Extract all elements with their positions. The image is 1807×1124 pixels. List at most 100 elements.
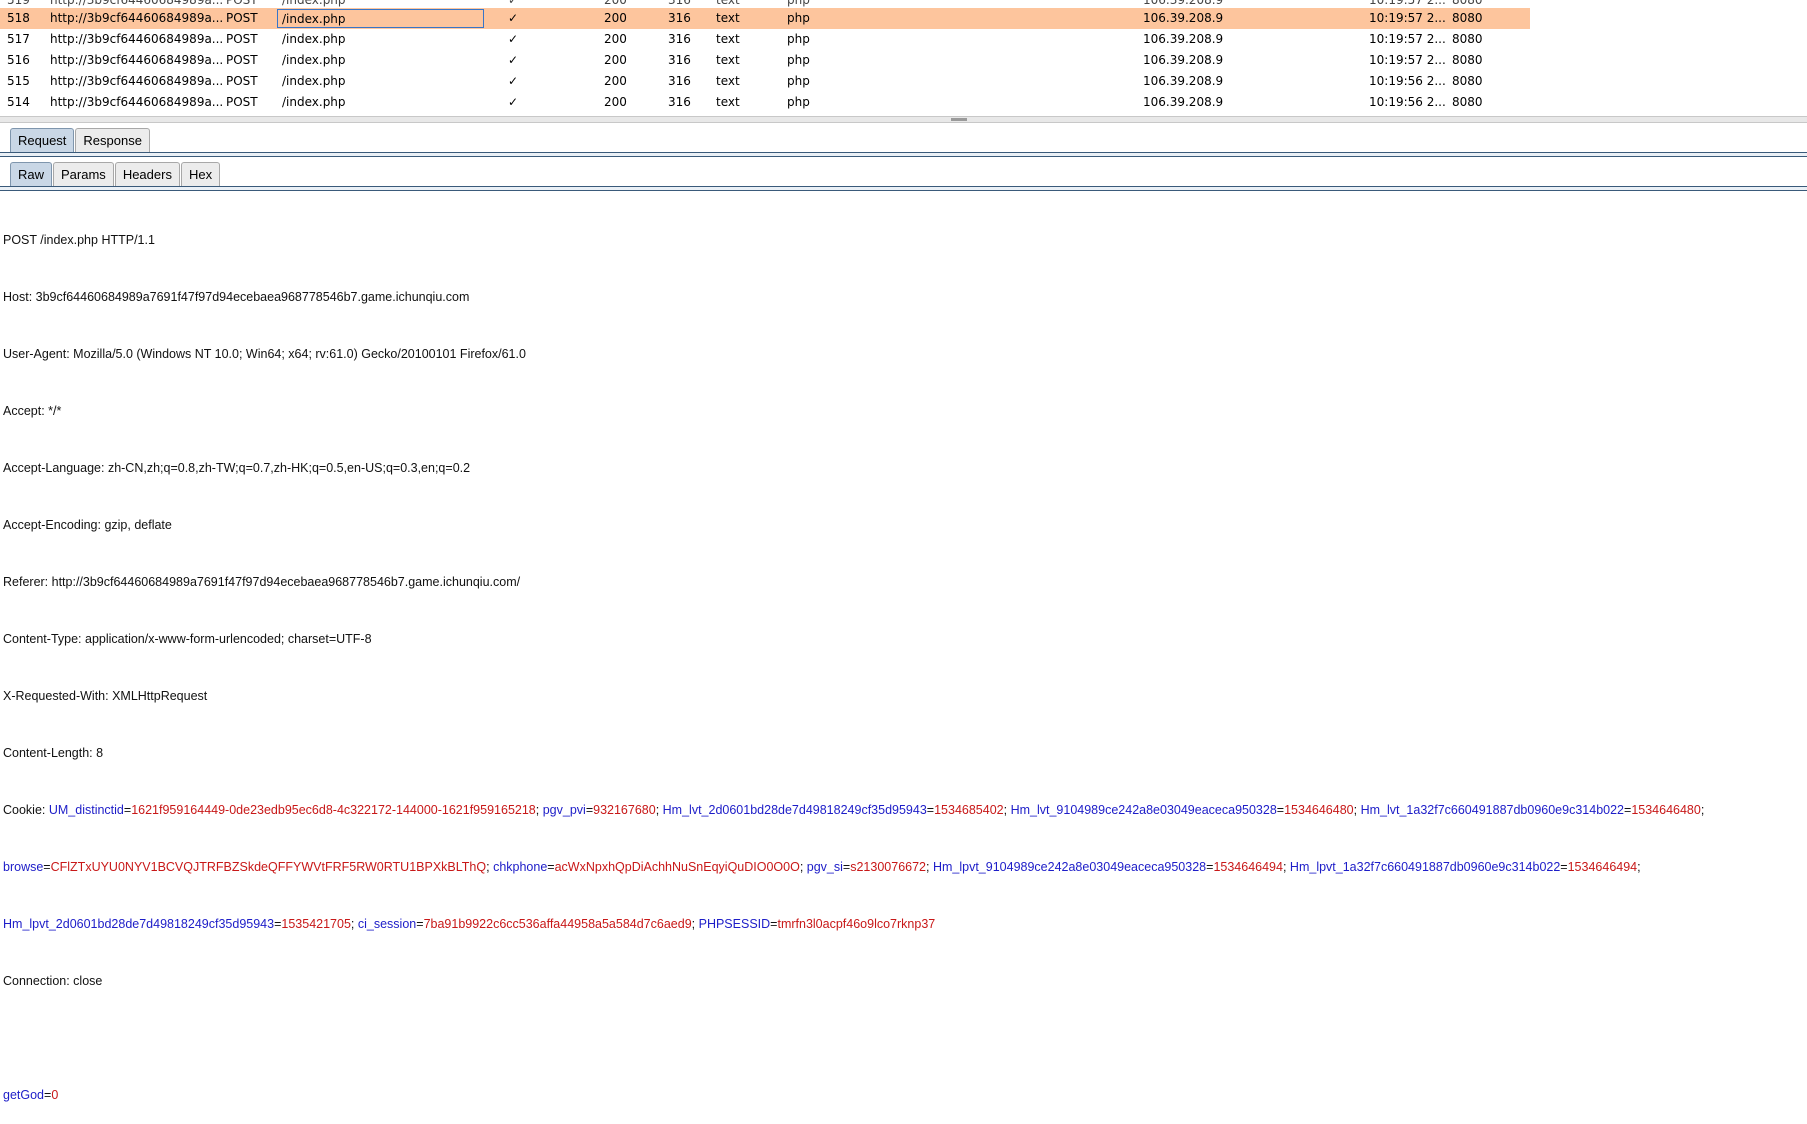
cookie-name: PHPSESSID xyxy=(698,917,771,931)
row-url-cell-focused[interactable]: /index.php xyxy=(277,9,484,28)
cookie-separator: ; xyxy=(350,917,358,931)
row-extension: php xyxy=(787,53,810,67)
row-number: 518 xyxy=(7,11,30,25)
tab-hex[interactable]: Hex xyxy=(180,162,221,187)
row-extension: php xyxy=(787,74,810,88)
row-method: POST xyxy=(226,32,258,46)
raw-request-editor[interactable]: POST /index.php HTTP/1.1 Host: 3b9cf6446… xyxy=(3,193,1803,1124)
row-time: 10:19:57 2... xyxy=(1369,11,1446,25)
cookie-name: chkphone xyxy=(493,860,548,874)
row-time: 10:19:57 2... xyxy=(1369,53,1446,67)
row-params-check-icon: ✓ xyxy=(508,11,519,25)
equals-sign: = xyxy=(842,860,851,874)
row-status: 200 xyxy=(604,53,627,67)
row-method: POST xyxy=(226,95,258,109)
row-port: 8080 xyxy=(1452,32,1483,46)
row-url: /index.php xyxy=(282,95,346,109)
splitter-grip-handle[interactable] xyxy=(951,118,967,121)
row-port: 8080 xyxy=(1452,74,1483,88)
row-status: 200 xyxy=(604,74,627,88)
cookie-value: 932167680 xyxy=(593,803,656,817)
header-x-requested-with: X-Requested-With: XMLHttpRequest xyxy=(3,689,208,703)
row-host: http://3b9cf64460684989a... xyxy=(50,11,224,25)
equals-sign: = xyxy=(274,917,282,931)
row-length: 316 xyxy=(668,53,691,67)
row-status: 200 xyxy=(604,32,627,46)
pane-splitter[interactable] xyxy=(0,116,1807,123)
message-tabs: Request Response xyxy=(10,128,151,154)
cookie-value: 1534646494 xyxy=(1213,860,1283,874)
tab-request[interactable]: Request xyxy=(10,128,75,153)
row-port: 8080 xyxy=(1452,95,1483,109)
row-mime: text xyxy=(716,95,740,109)
cookie-value: s2130076672 xyxy=(850,860,927,874)
cookie-separator: ; xyxy=(1353,803,1361,817)
row-host: http://3b9cf64460684989a... xyxy=(50,32,224,46)
row-params-check-icon: ✓ xyxy=(508,53,519,67)
header-cookie-continued: Hm_lpvt_2d0601bd28de7d49818249cf35d95943… xyxy=(3,915,1803,934)
table-row[interactable]: 516 http://3b9cf64460684989a... POST /in… xyxy=(0,50,1530,71)
table-row[interactable]: 517 http://3b9cf64460684989a... POST /in… xyxy=(0,29,1530,50)
header-user-agent: User-Agent: Mozilla/5.0 (Windows NT 10.0… xyxy=(3,347,526,361)
row-length: 316 xyxy=(668,74,691,88)
header-accept-encoding: Accept-Encoding: gzip, deflate xyxy=(3,518,172,532)
row-mime: text xyxy=(716,53,740,67)
row-ip: 106.39.208.9 xyxy=(1143,74,1224,88)
cookie-value: 1534646494 xyxy=(1567,860,1638,874)
tab-raw[interactable]: Raw xyxy=(10,162,53,187)
cookie-separator: ; xyxy=(691,917,699,931)
row-number: 516 xyxy=(7,53,30,67)
row-length: 316 xyxy=(668,11,691,25)
table-row[interactable]: 515 http://3b9cf64460684989a... POST /in… xyxy=(0,71,1530,92)
row-params-check-icon: ✓ xyxy=(508,95,519,109)
equals-sign: = xyxy=(585,803,594,817)
row-extension: php xyxy=(787,32,810,46)
table-row-selected[interactable]: 518 http://3b9cf64460684989a... POST /in… xyxy=(0,8,1530,29)
row-ip: 106.39.208.9 xyxy=(1143,11,1224,25)
equals-sign: = xyxy=(123,803,132,817)
cookie-separator: ; xyxy=(486,860,494,874)
row-number: 517 xyxy=(7,32,30,46)
row-status: 200 xyxy=(604,11,627,25)
cookie-label: Cookie: xyxy=(3,803,49,817)
cookie-value: CFlZTxUYU0NYV1BCVQJTRFBZSkdeQFFYWVtFRF5R… xyxy=(50,860,487,874)
header-content-length: Content-Length: 8 xyxy=(3,746,104,760)
cookie-separator: ; xyxy=(655,803,663,817)
cookie-name: Hm_lvt_9104989ce242a8e03049eaceca950328 xyxy=(1010,803,1277,817)
row-number: 514 xyxy=(7,95,30,109)
row-mime: text xyxy=(716,32,740,46)
row-port: 8080 xyxy=(1452,11,1483,25)
header-connection: Connection: close xyxy=(3,974,103,988)
tab-response[interactable]: Response xyxy=(75,128,150,153)
row-mime: text xyxy=(716,74,740,88)
row-time: 10:19:57 2... xyxy=(1369,32,1446,46)
cookie-value: 1534685402 xyxy=(934,803,1004,817)
row-ip: 106.39.208.9 xyxy=(1143,32,1224,46)
row-time: 10:19:56 2... xyxy=(1369,95,1446,109)
row-status: 200 xyxy=(604,95,627,109)
row-extension: php xyxy=(787,11,810,25)
equals-sign: = xyxy=(1560,860,1568,874)
table-row[interactable]: 514 http://3b9cf64460684989a... POST /in… xyxy=(0,92,1530,113)
tab-headers[interactable]: Headers xyxy=(114,162,180,187)
cookie-name: browse xyxy=(3,860,44,874)
row-length: 316 xyxy=(668,95,691,109)
cookie-name: Hm_lvt_1a32f7c660491887db0960e9c314b022 xyxy=(1360,803,1624,817)
header-cookie: Cookie: UM_distinctid=1621f959164449-0de… xyxy=(3,801,1803,820)
cookie-value: 1534646480 xyxy=(1284,803,1354,817)
cookie-name: ci_session xyxy=(357,917,417,931)
body-param-name: getGod xyxy=(3,1088,45,1102)
equals-sign: = xyxy=(44,1088,52,1102)
row-host: http://3b9cf64460684989a... xyxy=(50,53,224,67)
equals-sign: = xyxy=(770,917,778,931)
cookie-value: tmrfn3l0acpf46o9lco7rknp37 xyxy=(777,917,936,931)
equals-sign: = xyxy=(43,860,51,874)
equals-sign: = xyxy=(1276,803,1285,817)
cookie-value: 1534646480 xyxy=(1631,803,1701,817)
cookie-separator: ; xyxy=(926,860,933,874)
message-tabs-divider xyxy=(0,152,1807,157)
tab-params[interactable]: Params xyxy=(53,162,114,187)
row-method: POST xyxy=(226,74,258,88)
header-cookie-continued: browse=CFlZTxUYU0NYV1BCVQJTRFBZSkdeQFFYW… xyxy=(3,858,1803,877)
